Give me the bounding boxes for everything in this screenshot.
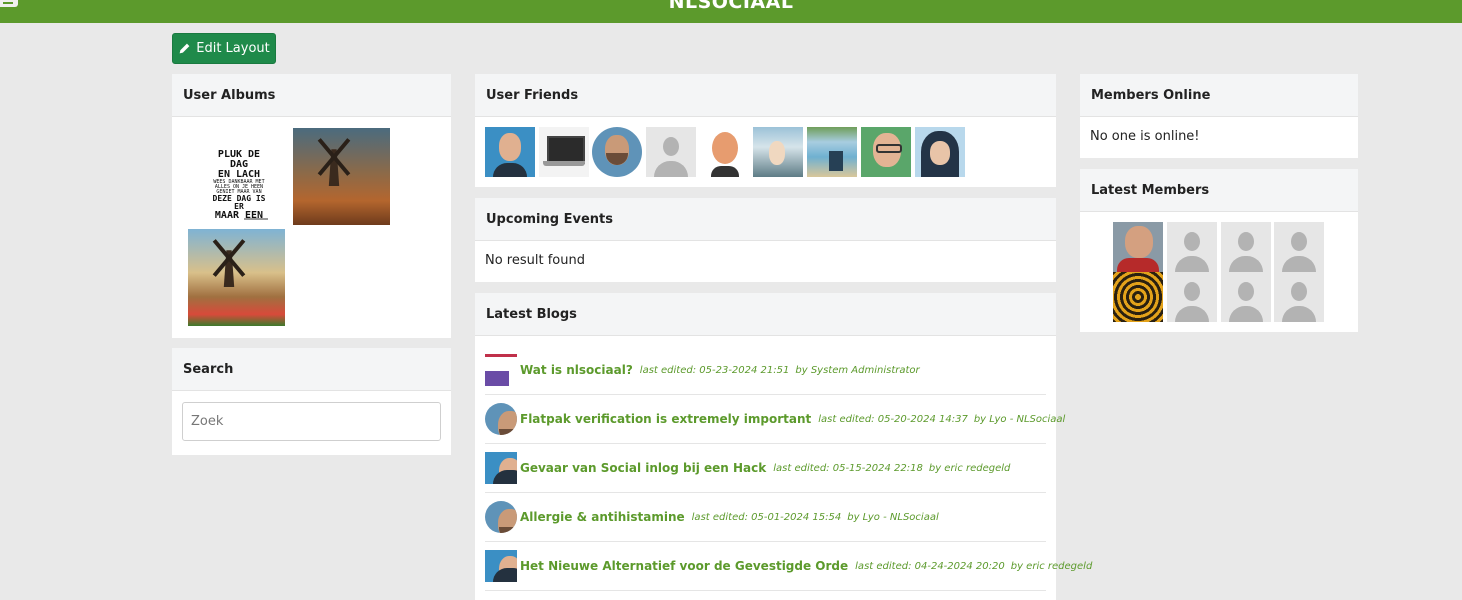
latest-members-panel: Latest Members <box>1080 169 1358 332</box>
blog-edited: last edited: 05-23-2024 21:51 <box>639 364 790 376</box>
user-albums-panel: User Albums PLUK DE DAG EN LACH WEES DAN… <box>172 74 451 338</box>
member-avatar[interactable] <box>1113 222 1163 272</box>
friend-avatar[interactable] <box>592 127 642 177</box>
member-avatar-placeholder[interactable] <box>1274 222 1324 272</box>
edit-layout-button[interactable]: Edit Layout <box>172 33 276 64</box>
search-panel: Search <box>172 348 451 455</box>
friend-avatar[interactable] <box>861 127 911 177</box>
members-online-panel: Members Online No one is online! <box>1080 74 1358 158</box>
blog-thumbnail[interactable] <box>485 452 517 484</box>
blog-thumbnail[interactable] <box>485 354 517 386</box>
blog-title-link[interactable]: Flatpak verification is extremely import… <box>520 412 811 426</box>
album-thumbnail[interactable] <box>188 229 285 326</box>
blog-edited: last edited: 05-20-2024 14:37 <box>818 413 968 425</box>
member-avatar-placeholder[interactable] <box>1221 222 1271 272</box>
blog-author: by Lyo - NLSociaal <box>973 413 1066 425</box>
blog-edited: last edited: 04-24-2024 20:20 <box>855 560 1005 572</box>
friend-avatar[interactable] <box>539 127 589 177</box>
blog-edited: last edited: 05-01-2024 15:54 <box>691 511 842 523</box>
latest-blogs-title: Latest Blogs <box>475 293 1056 336</box>
members-online-title: Members Online <box>1080 74 1358 117</box>
user-friends-title: User Friends <box>475 74 1056 117</box>
friend-avatar[interactable] <box>753 127 803 177</box>
member-avatar-placeholder[interactable] <box>1167 222 1217 272</box>
no-events-text: No result found <box>485 253 585 268</box>
album-thumbnail[interactable]: PLUK DE DAG EN LACH WEES DANKBAAR MET AL… <box>188 128 285 225</box>
no-members-online-text: No one is online! <box>1090 129 1200 144</box>
blog-author: by eric redegeld <box>1010 560 1093 572</box>
blog-title-link[interactable]: Gevaar van Social inlog bij een Hack <box>520 461 766 475</box>
member-avatar-placeholder[interactable] <box>1221 272 1271 322</box>
user-albums-title: User Albums <box>172 74 451 117</box>
upcoming-events-title: Upcoming Events <box>475 198 1056 241</box>
blog-item: Het Nieuwe Alternatief voor de Gevestigd… <box>485 542 1092 591</box>
album-quote-text: PLUK DE DAG EN LACH WEES DANKBAAR MET AL… <box>212 149 266 221</box>
friend-avatar-placeholder[interactable] <box>646 127 696 177</box>
blog-edited: last edited: 05-15-2024 22:18 <box>773 462 923 474</box>
search-input[interactable] <box>182 402 441 441</box>
blog-thumbnail[interactable] <box>485 550 517 582</box>
friend-avatar[interactable] <box>700 127 750 177</box>
blog-item: Flatpak verification is extremely import… <box>485 395 1065 444</box>
blog-thumbnail[interactable] <box>485 403 517 435</box>
blog-title-link[interactable]: Allergie & antihistamine <box>520 510 685 524</box>
blog-thumbnail[interactable] <box>485 501 517 533</box>
member-avatar[interactable] <box>1113 272 1163 322</box>
upcoming-events-panel: Upcoming Events No result found <box>475 198 1056 282</box>
latest-blogs-panel: Latest Blogs Wat is nlsociaal? last edit… <box>475 293 1092 600</box>
blog-item: Gevaar van Social inlog bij een Hack las… <box>485 444 1046 493</box>
friend-avatar[interactable] <box>915 127 965 177</box>
edit-layout-label: Edit Layout <box>196 41 270 56</box>
friend-avatar[interactable] <box>485 127 535 177</box>
blog-title-link[interactable]: Wat is nlsociaal? <box>520 363 633 377</box>
member-avatar-placeholder[interactable] <box>1167 272 1217 322</box>
blog-item: Allergie & antihistamine last edited: 05… <box>485 493 1046 542</box>
blog-author: by eric redegeld <box>928 462 1011 474</box>
pencil-icon <box>179 43 190 54</box>
site-brand[interactable]: NLSOCIAAL <box>0 0 1462 13</box>
blog-item: Wat is nlsociaal? last edited: 05-23-202… <box>485 346 1046 395</box>
search-title: Search <box>172 348 451 391</box>
blog-author: by Lyo - NLSociaal <box>847 511 939 523</box>
blog-author: by System Administrator <box>795 364 920 376</box>
latest-members-title: Latest Members <box>1080 169 1358 212</box>
user-friends-panel: User Friends <box>475 74 1056 187</box>
blog-title-link[interactable]: Het Nieuwe Alternatief voor de Gevestigd… <box>520 559 848 573</box>
album-thumbnail[interactable] <box>293 128 390 225</box>
member-avatar-placeholder[interactable] <box>1274 272 1324 322</box>
friend-avatar[interactable] <box>807 127 857 177</box>
top-navbar: NLSOCIAAL <box>0 0 1462 23</box>
